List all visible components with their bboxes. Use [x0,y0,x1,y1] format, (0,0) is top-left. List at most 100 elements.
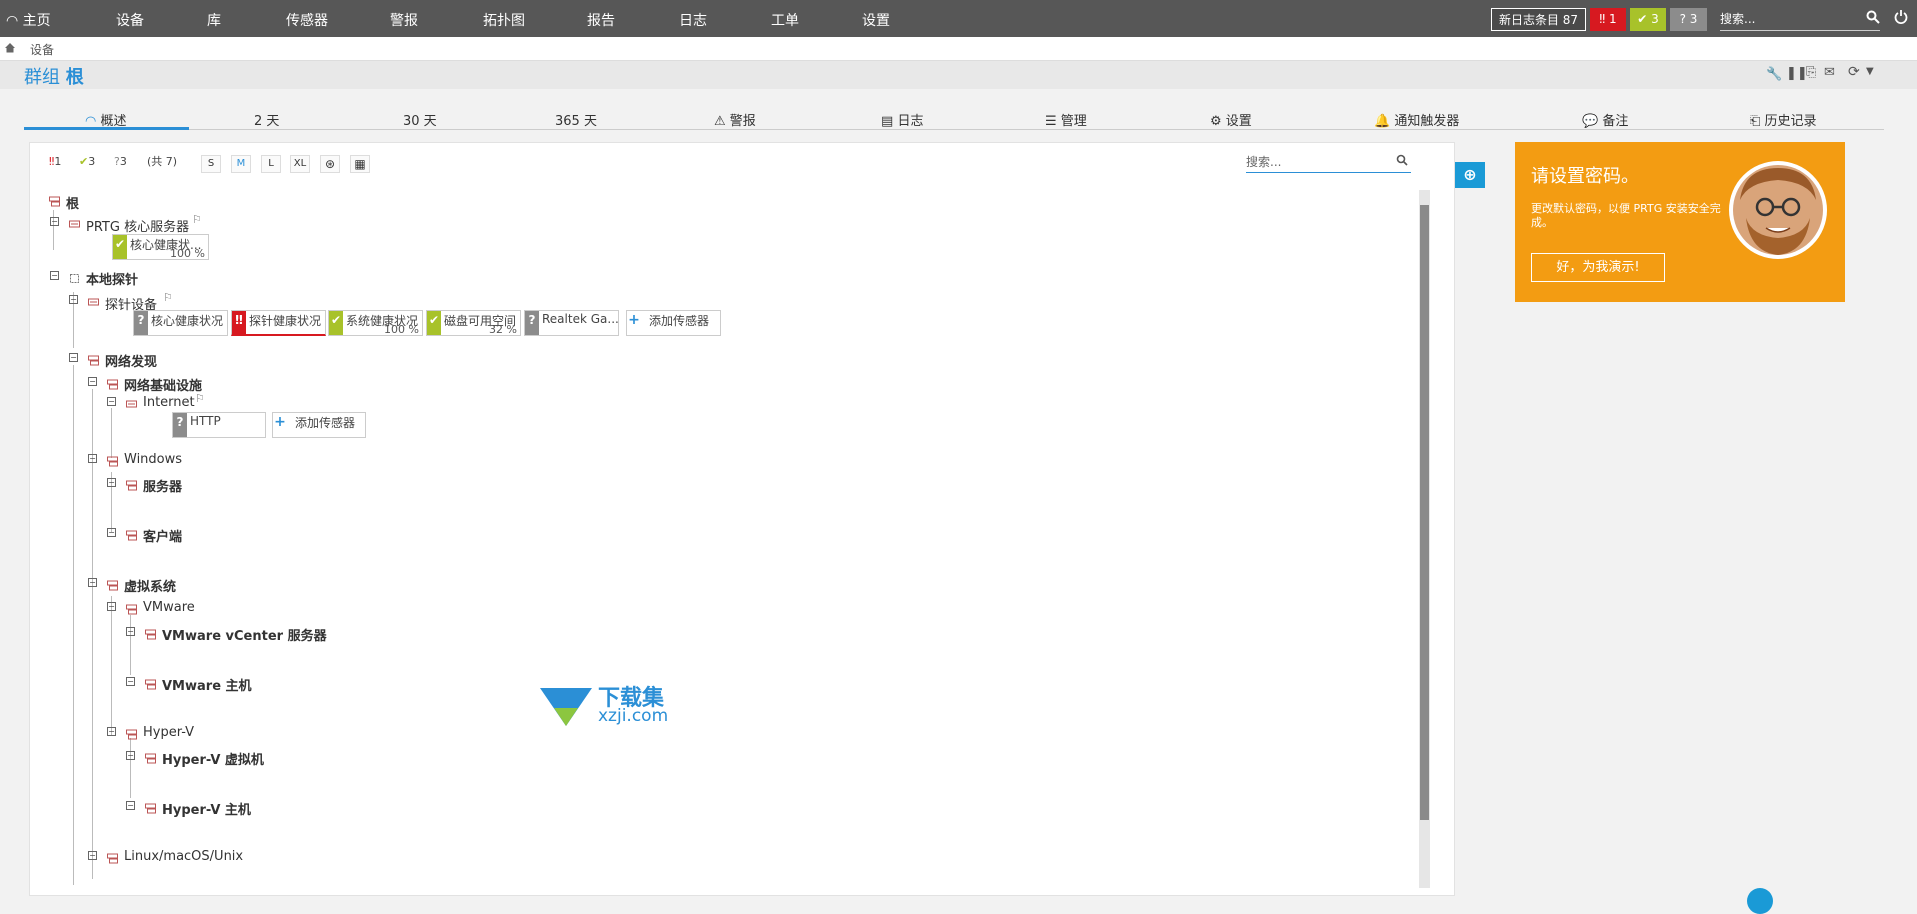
tree-linux[interactable]: Linux/macOS/Unix [124,849,243,864]
tree-servers[interactable]: 服务器 [143,476,182,495]
search-icon[interactable] [1866,10,1880,24]
collapse-toggle[interactable]: − [107,727,116,736]
nav-sensors[interactable]: 传感器 [286,10,328,30]
nav-setup[interactable]: 设置 [862,10,890,30]
tab-settings[interactable]: ⚙ 设置 [1210,110,1252,129]
tab-notification-triggers[interactable]: 🔔 通知触发器 [1374,110,1459,129]
power-icon[interactable] [1894,9,1908,24]
nav-alarms[interactable]: 警报 [390,10,418,30]
tree-vcenter[interactable]: VMware vCenter 服务器 [162,625,327,644]
tab-comments[interactable]: 💬 备注 [1582,110,1628,129]
collapse-toggle[interactable]: − [88,377,97,386]
collapse-toggle[interactable]: − [88,578,97,587]
collapse-toggle[interactable]: − [88,851,97,860]
tree-core-server[interactable]: PRTG 核心服务器 [86,216,189,235]
dashboard-icon: ◠ [85,114,97,129]
collapse-toggle[interactable]: − [69,295,78,304]
tree-local-probe[interactable]: 本地探针 [86,269,138,288]
flag-icon[interactable]: ⚐ [195,392,205,405]
tab-2-days[interactable]: 2 天 [254,110,279,129]
tab-alarms[interactable]: ⚠ 警报 [714,110,756,129]
nav-logs[interactable]: 日志 [679,10,707,30]
sensor-core-health-status[interactable]: ? 核心健康状况 [133,310,228,336]
tree-root[interactable]: 根 [66,193,79,212]
clone-icon[interactable]: ⎘ [1806,65,1816,80]
filter-error[interactable]: ‼1 [49,153,61,171]
collapse-toggle[interactable]: − [107,478,116,487]
collapse-toggle[interactable]: − [107,528,116,537]
sensor-http[interactable]: ? HTTP [172,412,266,438]
mail-icon[interactable]: ✉ [1824,65,1835,80]
collapse-toggle[interactable]: − [126,627,135,636]
grid-view-icon[interactable]: ▦ [350,155,370,173]
tab-overview[interactable]: ◠ 概述 [85,110,127,129]
sensor-core-health[interactable]: ✔ 核心健康状... 100 % [112,234,209,260]
tab-30-days[interactable]: 30 天 [403,110,437,129]
search-icon[interactable] [1396,154,1408,166]
refresh-icon[interactable]: ⟳ [1848,64,1860,80]
tree-vmware[interactable]: VMware [143,600,195,615]
status-unknown-badge[interactable]: ? 3 [1670,8,1707,31]
size-l-button[interactable]: L [261,155,281,173]
new-log-entries-button[interactable]: 新日志条目 87 [1491,8,1586,31]
size-s-button[interactable]: S [201,155,221,173]
tree-hyperv-vm[interactable]: Hyper-V 虚拟机 [162,749,264,768]
tree-internet[interactable]: Internet [143,395,195,410]
filter-ok[interactable]: ✔3 [79,153,95,171]
collapse-toggle[interactable]: − [107,602,116,611]
collapse-toggle[interactable]: − [107,397,116,406]
tab-365-days[interactable]: 365 天 [555,110,597,129]
tab-history[interactable]: ⎗ 历史记录 [1750,110,1817,129]
nav-reports[interactable]: 报告 [587,10,615,30]
collapse-toggle[interactable]: − [126,751,135,760]
add-sensor-button[interactable]: + 添加传感器 [626,310,721,336]
sensor-realtek[interactable]: ? Realtek Ga... [524,310,619,336]
tree-windows[interactable]: Windows [124,452,182,467]
sensor-system-health[interactable]: ✔ 系统健康状况 100 % [328,310,423,336]
collapse-toggle[interactable]: − [126,801,135,810]
pause-icon[interactable]: ❚❚ [1786,66,1808,81]
prtg-logo-icon: ◠ [6,13,19,29]
nav-home[interactable]: ◠ 主页 [6,10,51,30]
sensor-probe-health[interactable]: ‼ 探针健康状况 [231,310,326,336]
home-icon[interactable] [4,42,16,53]
global-search-input[interactable]: 搜索... [1720,8,1880,31]
tree-vmware-host[interactable]: VMware 主机 [162,675,252,694]
tree-hyperv[interactable]: Hyper-V [143,725,194,740]
sensor-disk-free[interactable]: ✔ 磁盘可用空间 32 % [426,310,521,336]
show-me-button[interactable]: 好，为我演示! [1531,253,1665,282]
nav-devices[interactable]: 设备 [116,10,144,30]
breadcrumb[interactable]: 设备 [30,41,54,58]
collapse-toggle[interactable]: − [126,677,135,686]
add-panel-button[interactable]: ⊕ [1455,162,1485,188]
collapse-toggle[interactable]: − [50,271,59,280]
flag-icon[interactable]: ⚐ [192,213,202,226]
help-button[interactable] [1747,888,1773,914]
tree-virtual-systems[interactable]: 虚拟系统 [124,576,176,595]
wrench-icon[interactable]: 🔧 [1766,67,1782,82]
tree-hyperv-host[interactable]: Hyper-V 主机 [162,799,251,818]
collapse-toggle[interactable]: − [69,353,78,362]
size-m-button[interactable]: M [231,155,251,173]
status-error-badge[interactable]: ‼ 1 [1590,8,1626,31]
nav-tickets[interactable]: 工单 [771,10,799,30]
tab-logs[interactable]: ▤ 日志 [881,110,923,129]
collapse-toggle[interactable]: − [88,454,97,463]
tree-network-discovery[interactable]: 网络发现 [105,351,157,370]
tree-network-infrastructure[interactable]: 网络基础设施 [124,375,202,394]
filter-unknown[interactable]: ?3 [114,153,127,171]
tab-management[interactable]: ☰ 管理 [1045,110,1087,129]
tree-search-input[interactable]: 搜索... [1246,153,1411,173]
size-xl-button[interactable]: XL [290,155,310,173]
tree-clients[interactable]: 客户端 [143,526,182,545]
flag-icon[interactable]: ⚐ [163,291,173,304]
group-icon [126,480,137,491]
collapse-toggle[interactable]: − [50,217,59,226]
add-sensor-button[interactable]: + 添加传感器 [272,412,366,438]
nav-libraries[interactable]: 库 [207,10,221,30]
scrollbar-thumb[interactable] [1420,205,1429,820]
nav-maps[interactable]: 拓扑图 [483,10,525,30]
chevron-down-icon[interactable]: ▼ [1866,66,1874,77]
status-ok-badge[interactable]: ✔ 3 [1630,8,1666,31]
sunburst-view-icon[interactable]: ⊛ [320,155,340,173]
